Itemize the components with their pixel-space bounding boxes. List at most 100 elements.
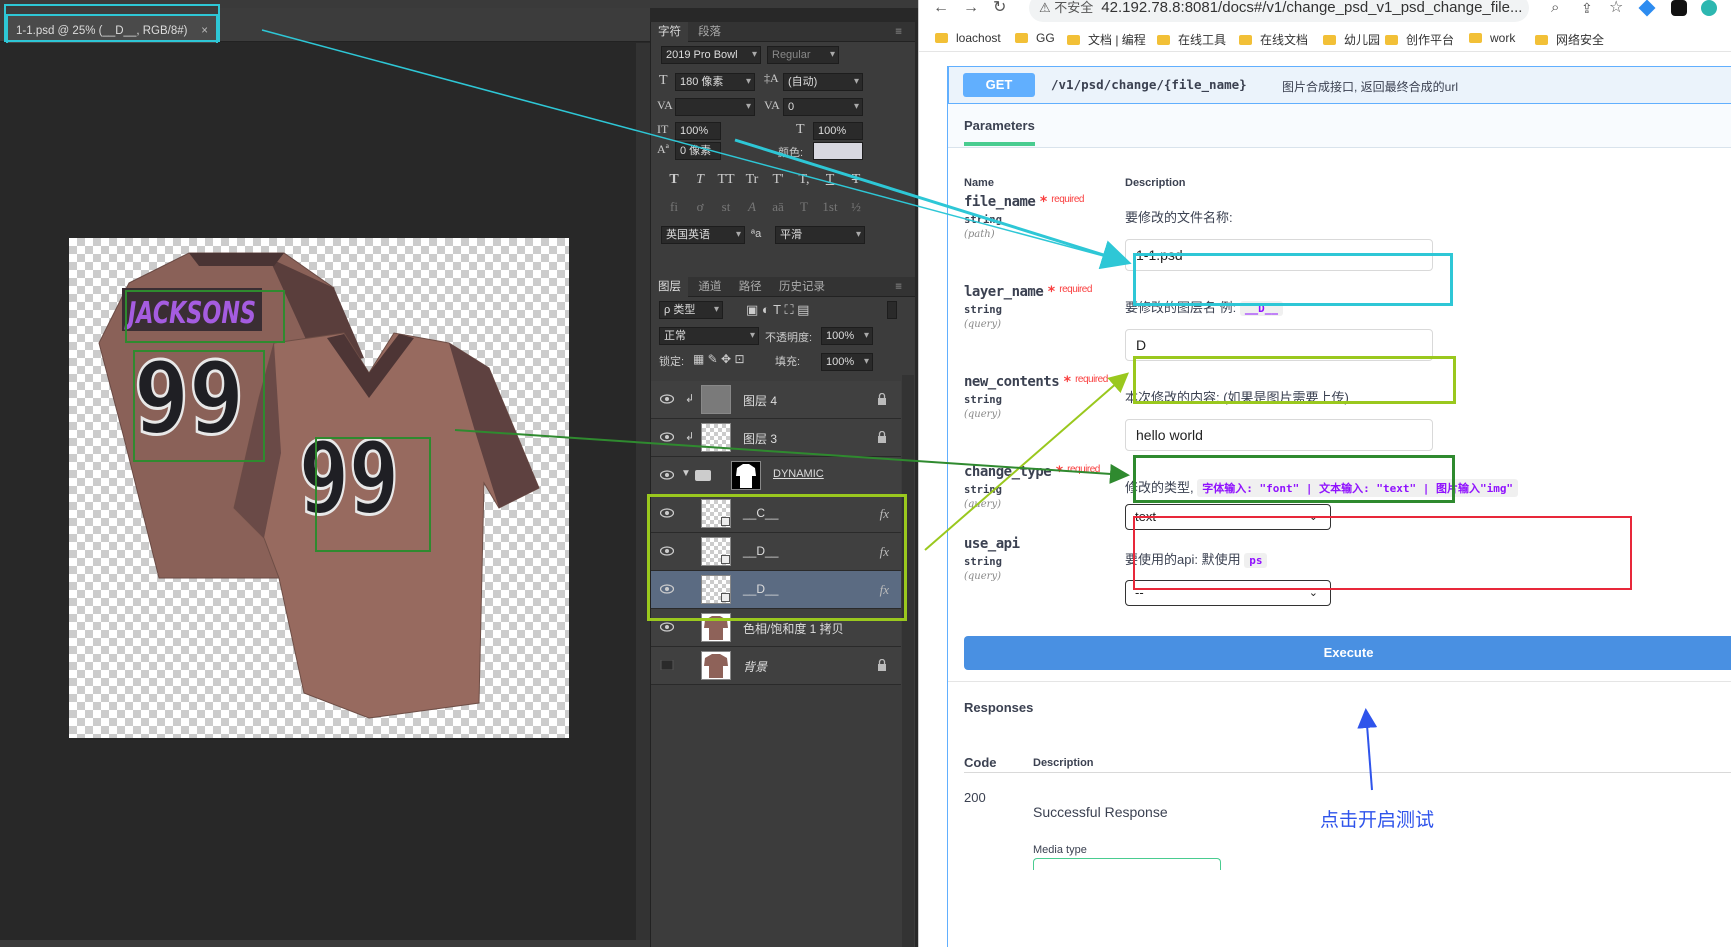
small-caps-button[interactable]: Tr — [739, 172, 765, 188]
fraction-button[interactable]: ½ — [843, 199, 869, 215]
new-contents-input[interactable]: hello world — [1125, 419, 1433, 451]
panel-menu-icon[interactable]: ≡ — [888, 277, 909, 297]
swash-button[interactable]: A — [739, 199, 765, 215]
underline-button[interactable]: T — [817, 172, 843, 188]
file-name-input[interactable]: 1-1.psd — [1125, 239, 1433, 271]
font-family-select[interactable]: 2019 Pro Bowl — [661, 46, 761, 64]
horizontal-scale-field[interactable]: 100% — [813, 122, 863, 140]
layer-row[interactable]: 色相/饱和度 1 拷贝 — [651, 609, 901, 647]
opacity-field[interactable]: 100% — [821, 327, 873, 345]
bookmark-item[interactable]: GG — [1015, 31, 1055, 45]
eye-icon[interactable] — [659, 621, 675, 632]
color-swatch[interactable] — [813, 142, 863, 160]
tab-parameters[interactable]: Parameters — [964, 118, 1035, 146]
eye-hidden-icon[interactable] — [660, 659, 674, 671]
eye-icon[interactable] — [659, 431, 675, 442]
tab-channels[interactable]: 通道 — [691, 277, 728, 297]
layer-row[interactable]: __C__ fx — [651, 495, 901, 533]
url-field[interactable]: ⚠ 不安全 42.192.78.8:8081/docs#/v1/change_ps… — [1029, 0, 1529, 22]
select-value: text — [1135, 509, 1156, 524]
tab-layers[interactable]: 图层 — [651, 277, 688, 297]
back-icon[interactable]: ← — [933, 0, 949, 16]
bookmark-item[interactable]: work — [1469, 31, 1515, 45]
close-icon[interactable]: × — [201, 16, 208, 46]
stylistic-alt-button[interactable]: aā — [765, 199, 791, 215]
layer-row[interactable]: ↲ 图层 4 — [651, 381, 901, 419]
group-expand-icon[interactable]: ▼ — [681, 468, 691, 479]
vertical-scale-field[interactable]: 100% — [675, 122, 721, 140]
layer-row[interactable]: __D__ fx — [651, 571, 901, 609]
operation-summary[interactable]: GET /v1/psd/change/{file_name} 图片合成接口, 返… — [948, 66, 1731, 104]
titling-button[interactable]: T — [791, 199, 817, 215]
ordinal-button[interactable]: 1st — [817, 199, 843, 215]
share-icon[interactable]: ⇪ — [1581, 0, 1593, 16]
discretionary-ligature-button[interactable]: ơ — [687, 199, 713, 215]
reload-icon[interactable]: ↻ — [993, 0, 1006, 16]
tab-character[interactable]: 字符 — [651, 22, 688, 42]
layer-effects-icon[interactable]: fx — [880, 544, 889, 560]
eye-icon[interactable] — [659, 507, 675, 518]
baseline-shift-field[interactable]: 0 像素 — [675, 142, 721, 160]
eye-icon[interactable] — [659, 393, 675, 404]
layer-row[interactable]: ↲ 图层 3 — [651, 419, 901, 457]
search-page-icon[interactable]: ⌕ — [1551, 0, 1559, 16]
layer-name-input[interactable]: D — [1125, 329, 1433, 361]
layer-filter-select[interactable]: ρ 类型 — [659, 301, 723, 319]
tracking-field[interactable]: 0 — [783, 98, 863, 116]
profile-icon[interactable] — [1701, 0, 1717, 16]
kerning-field[interactable] — [675, 98, 755, 116]
layers-scrollbar[interactable] — [902, 375, 914, 947]
bookmark-item[interactable]: 在线工具 — [1157, 31, 1226, 48]
insecure-badge[interactable]: ⚠ 不安全 — [1039, 0, 1093, 15]
eye-icon[interactable] — [659, 583, 675, 594]
extension-icon[interactable] — [1638, 0, 1656, 17]
faux-bold-button[interactable]: T — [661, 172, 687, 188]
faux-italic-button[interactable]: T — [687, 172, 713, 188]
eye-icon[interactable] — [659, 545, 675, 556]
use-api-select[interactable]: -- ⌄ — [1125, 580, 1331, 606]
layer-thumbnail — [701, 651, 731, 680]
strikethrough-button[interactable]: T — [843, 172, 869, 188]
tab-paths[interactable]: 路径 — [732, 277, 769, 297]
font-style-select[interactable]: Regular — [767, 46, 839, 64]
ps-document-tab[interactable]: 1-1.psd @ 25% (__D__, RGB/8#) × — [6, 14, 218, 46]
eye-icon[interactable] — [659, 469, 675, 480]
bookmark-item[interactable]: 创作平台 — [1385, 31, 1454, 48]
lock-options-icons[interactable]: ▦ ✎ ✥ ⊡ — [693, 352, 745, 366]
bookmark-item[interactable]: 幼儿园 — [1323, 31, 1380, 48]
font-size-field[interactable]: 180 像素 — [675, 73, 755, 91]
bookmark-star-icon[interactable]: ☆ — [1609, 0, 1623, 16]
layer-effects-icon[interactable]: fx — [880, 506, 889, 522]
layer-row[interactable]: ▼ DYNAMIC — [651, 457, 901, 495]
leading-field[interactable]: (自动) — [783, 73, 863, 91]
superscript-button[interactable]: T' — [765, 172, 791, 188]
ligature-button[interactable]: fi — [661, 199, 687, 215]
extension-ghost-icon[interactable] — [1671, 0, 1687, 16]
all-caps-button[interactable]: TT — [713, 172, 739, 188]
tab-history[interactable]: 历史记录 — [772, 277, 832, 297]
panel-menu-icon[interactable]: ≡ — [888, 22, 909, 42]
layer-effects-icon[interactable]: fx — [880, 582, 889, 598]
bookmark-item[interactable]: 文档 | 编程 — [1067, 31, 1146, 48]
subscript-button[interactable]: T, — [791, 172, 817, 188]
bookmark-item[interactable]: 在线文档 — [1239, 31, 1308, 48]
execute-button[interactable]: Execute — [964, 636, 1731, 670]
contextual-alt-button[interactable]: st — [713, 199, 739, 215]
ps-canvas[interactable]: JACKSONS 99 99 — [69, 238, 569, 738]
fill-field[interactable]: 100% — [821, 353, 873, 371]
ps-canvas-scrollbar[interactable] — [636, 43, 650, 947]
language-select[interactable]: 英国英语 — [661, 226, 745, 244]
change-type-select[interactable]: text ⌄ — [1125, 504, 1331, 530]
bookmark-item[interactable]: loachost — [935, 31, 1001, 45]
forward-icon[interactable]: → — [963, 0, 979, 16]
antialias-label: ªa — [751, 228, 762, 240]
bookmark-item[interactable]: 网络安全 — [1535, 31, 1604, 48]
media-type-select[interactable] — [1033, 858, 1221, 870]
layer-row[interactable]: __D__ fx — [651, 533, 901, 571]
filter-toggle[interactable] — [887, 301, 897, 319]
antialias-select[interactable]: 平滑 — [775, 226, 865, 244]
filter-icons[interactable]: ▣ ◐ T ⛶ ▤ — [746, 302, 809, 318]
blend-mode-select[interactable]: 正常 — [659, 327, 759, 345]
tab-paragraph[interactable]: 段落 — [691, 22, 728, 42]
layer-row[interactable]: 背景 — [651, 647, 901, 685]
